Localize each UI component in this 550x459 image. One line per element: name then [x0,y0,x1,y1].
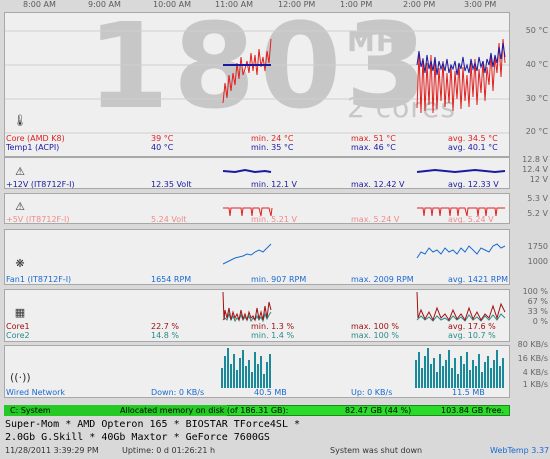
sensor-name: +12V (IT8712F-I) [6,180,75,189]
sensor-min: min. 907 RPM [251,275,307,284]
disk-used-text: 82.47 GB (44 %) [345,406,412,415]
y-tick: 12.8 V [522,155,548,164]
y-tick: 0 % [532,317,548,326]
sensor-min: min. 1.4 % [251,331,295,340]
network-up-total: 11.5 MB [452,388,485,397]
sensor-min: min. 12.1 V [251,180,297,189]
sensor-min: min. 35 °C [251,143,294,152]
sensor-current: 12.35 Volt [151,180,192,189]
footer-datetime: 11/28/2011 3:39:29 PM [5,446,99,455]
y-tick: 30 °C [525,94,548,103]
sensor-max: max. 100 % [351,331,399,340]
fan-axis: 1750 1000 [512,229,550,285]
network-icon: ((·)) [10,371,31,384]
sensor-avg: avg. 40.1 °C [448,143,498,152]
disk-label: C: System [10,406,51,415]
network-up: Up: 0 KB/s [351,388,393,397]
time-label: 11:00 AM [215,0,253,9]
sensor-max: max. 5.24 V [351,215,400,224]
time-label: 12:00 PM [278,0,316,9]
warning-icon: ⚠ [15,165,25,178]
network-row: Wired Network Down: 0 KB/s 40.5 MB Up: 0… [6,388,506,398]
y-tick: 67 % [527,297,548,306]
v5-row: +5V (IT8712F-I) 5.24 Volt min. 5.21 V ma… [6,215,506,225]
sensor-name: Fan1 (IT8712F-I) [6,275,72,284]
time-label: 3:00 PM [464,0,497,9]
sensor-name: Core2 [6,331,30,340]
app-version-link[interactable]: WebTemp 3.37 [490,446,549,455]
y-tick: 1750 [527,242,548,251]
y-tick: 80 KB/s [517,340,548,349]
y-tick: 33 % [527,307,548,316]
sensor-current: 1654 RPM [151,275,192,284]
time-label: 2:00 PM [403,0,436,9]
y-tick: 5.2 V [527,209,548,218]
y-tick: 40 °C [525,60,548,69]
fan-icon: ❋ [15,257,25,270]
time-label: 8:00 AM [23,0,56,9]
y-tick: 12.4 V [522,165,548,174]
sensor-avg: avg. 10.7 % [448,331,496,340]
sensor-max: max. 46 °C [351,143,396,152]
v12-row: +12V (IT8712F-I) 12.35 Volt min. 12.1 V … [6,180,506,190]
time-label: 9:00 AM [88,0,121,9]
thermometer-icon: 🌡 [13,114,27,127]
sensor-current: 5.24 Volt [151,215,187,224]
warning-icon: ⚠ [15,200,25,213]
y-tick: 12 V [529,175,548,184]
y-tick: 1000 [527,257,548,266]
system-info-line: Super-Mom * AMD Opteron 165 * BIOSTAR TF… [5,419,301,430]
footer-status: System was shut down [330,446,423,455]
y-tick: 16 KB/s [517,354,548,363]
sensor-current: 14.8 % [151,331,179,340]
footer-uptime: Uptime: 0 d 01:26:21 h [122,446,216,455]
sensor-avg: avg. 5.24 V [448,215,494,224]
timeline: 8:00 AM 9:00 AM 10:00 AM 11:00 AM 12:00 … [0,0,550,12]
y-tick: 20 °C [525,127,548,136]
disk-allocated-text: Allocated memory on disk (of 186.31 GB): [120,406,289,415]
time-label: 10:00 AM [153,0,191,9]
y-tick: 100 % [522,287,548,296]
disk-free-text: 103.84 GB free. [441,406,505,415]
v12-axis: 12.8 V 12.4 V 12 V [512,155,550,189]
system-info-line: 2.0Gb G.Skill * 40Gb Maxtor * GeForce 76… [5,432,270,443]
sensor-max: max. 12.42 V [351,180,405,189]
y-tick: 5.3 V [527,194,548,203]
time-label: 1:00 PM [340,0,373,9]
sensor-avg: avg. 12.33 V [448,180,499,189]
v5-axis: 5.3 V 5.2 V [512,193,550,224]
cpu-axis: 100 % 67 % 33 % 0 % [512,287,550,342]
sensor-name: Temp1 (ACPI) [6,143,60,152]
network-name: Wired Network [6,388,66,397]
y-tick: 1 KB/s [522,380,548,389]
y-tick: 4 KB/s [522,368,548,377]
cpu-icon: ▦ [14,306,26,319]
sensor-current: 40 °C [151,143,174,152]
network-down: Down: 0 KB/s [151,388,205,397]
fan-row: Fan1 (IT8712F-I) 1654 RPM min. 907 RPM m… [6,275,508,285]
sensor-name: +5V (IT8712F-I) [6,215,70,224]
temperature-axis: 50 °C 40 °C 30 °C 20 °C [512,12,550,157]
network-down-total: 40.5 MB [254,388,287,397]
y-tick: 50 °C [525,26,548,35]
sensor-max: max. 2009 RPM [351,275,414,284]
sensor-min: min. 5.21 V [251,215,297,224]
core2-row: Core2 14.8 % min. 1.4 % max. 100 % avg. … [6,331,506,341]
sensor-avg: avg. 1421 RPM [448,275,508,284]
network-axis: 80 KB/s 16 KB/s 4 KB/s 1 KB/s [512,340,550,398]
acpi-temp-row: Temp1 (ACPI) 40 °C min. 35 °C max. 46 °C… [6,143,506,153]
